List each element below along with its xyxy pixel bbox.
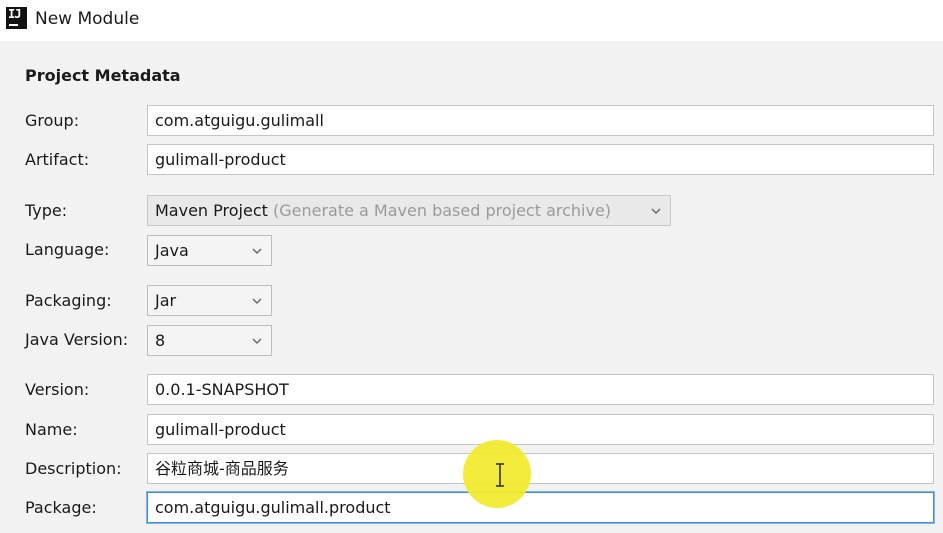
type-value: Maven Project xyxy=(155,201,268,220)
package-label: Package: xyxy=(25,498,97,517)
chevron-down-icon xyxy=(252,248,262,255)
packaging-dropdown[interactable]: Jar xyxy=(147,285,272,316)
language-label: Language: xyxy=(25,240,110,259)
artifact-label: Artifact: xyxy=(25,150,90,169)
type-hint: (Generate a Maven based project archive) xyxy=(272,201,612,220)
intellij-idea-icon: IJ xyxy=(6,7,27,29)
package-input[interactable]: com.atguigu.gulimall.product xyxy=(147,492,934,523)
type-dropdown[interactable]: Maven Project (Generate a Maven based pr… xyxy=(147,195,671,226)
version-input[interactable]: 0.0.1-SNAPSHOT xyxy=(147,374,934,405)
group-input[interactable]: com.atguigu.gulimall xyxy=(147,105,934,136)
version-label: Version: xyxy=(25,380,90,399)
window-title: New Module xyxy=(35,9,140,29)
chevron-down-icon xyxy=(252,298,262,305)
description-label: Description: xyxy=(25,459,122,478)
packaging-value: Jar xyxy=(155,291,177,310)
chevron-down-icon xyxy=(651,208,661,215)
section-title: Project Metadata xyxy=(25,66,181,85)
language-value: Java xyxy=(155,241,189,260)
title-bar: IJ New Module xyxy=(0,0,943,41)
java-version-label: Java Version: xyxy=(25,330,129,349)
text-cursor-icon xyxy=(496,463,504,487)
java-version-value: 8 xyxy=(155,331,166,350)
name-input[interactable]: gulimall-product xyxy=(147,414,934,445)
chevron-down-icon xyxy=(252,338,262,345)
artifact-input[interactable]: gulimall-product xyxy=(147,144,934,175)
language-dropdown[interactable]: Java xyxy=(147,235,272,266)
type-label: Type: xyxy=(25,201,68,220)
name-label: Name: xyxy=(25,420,78,439)
description-input[interactable]: 谷粒商城-商品服务 xyxy=(147,453,934,484)
group-label: Group: xyxy=(25,111,80,130)
java-version-dropdown[interactable]: 8 xyxy=(147,325,272,356)
packaging-label: Packaging: xyxy=(25,291,112,310)
